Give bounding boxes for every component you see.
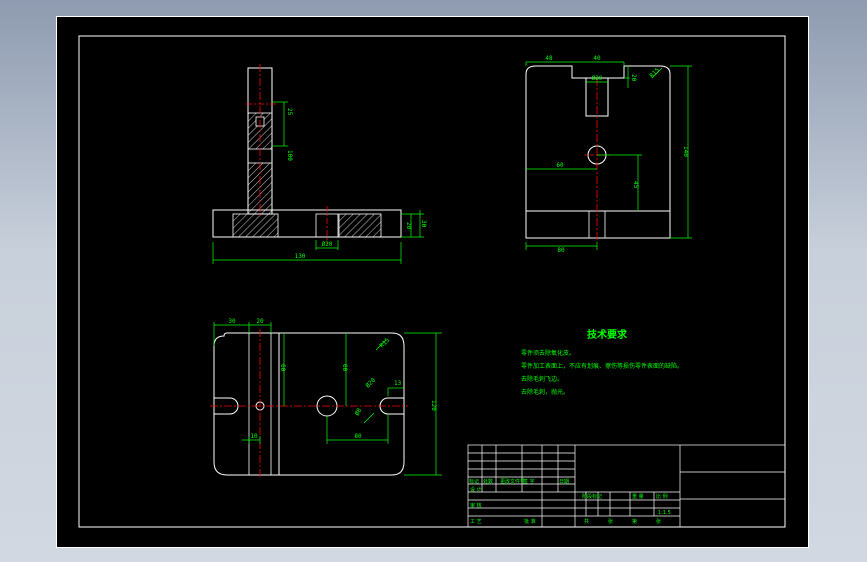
cad-drawing: 130 Ø20 25 100 20 30 48 40 Ø20 20 R15 60… [56,16,809,548]
top-dim-left-a: 30 [228,318,236,325]
side-dim-base-width: 80 [557,247,565,254]
side-dim-corner: R15 [648,67,661,80]
side-dim-top-left: 48 [545,55,553,62]
tb-zhongliang: 重 量 [632,493,644,500]
top-dim-left-b: 20 [256,318,264,325]
side-dim-top-mid: 40 [593,55,601,62]
tb-bili: 比 例 [656,493,668,500]
title-block-text: 标记 处数 更改文件号 签 字 日期 设 计 审 核 工 艺 批 准 阶段标记 … [469,478,671,525]
side-dim-hole-left: 60 [556,162,564,169]
tb-jieduan: 阶段标记 [582,493,602,500]
notes-line-4: 去除毛刺，抛光。 [521,388,569,396]
drawing-border-inner [78,35,786,528]
tb-zhang2: 张 [656,518,661,525]
side-dim-slot: Ø20 [592,75,603,82]
front-view: 130 Ø20 25 100 20 30 [212,64,427,264]
title-block [467,444,786,528]
drawing-border-outer [56,16,809,548]
technical-notes: 技术要求 零件须去除氧化皮。 零件加工表面上，不应有划痕、擦伤等损伤零件表面的缺… [521,328,683,396]
top-outline [213,332,405,476]
front-dim-bore: Ø20 [322,241,333,248]
tb-di: 第 [632,518,637,525]
front-dim-step-b: 30 [420,220,427,228]
tb-qianming: 签 字 [523,478,535,485]
top-dim-mid-height: 60 [279,364,286,372]
side-dim-hole-height: 45 [632,181,639,189]
top-dim-slot-w: 13 [394,380,402,387]
notes-line-3: 去除毛刺飞边。 [521,375,563,383]
tb-chushu: 处数 [483,478,493,485]
top-dim-small-hole: Ø8 [354,407,364,417]
front-base-hatch-left [232,213,279,238]
tb-scale: 1:1.5 [658,510,671,516]
tb-gong: 共 [584,518,589,525]
top-dim-bottom-mid: 80 [354,433,362,440]
front-dim-height-mid: 100 [286,150,293,161]
tb-biaoji: 标记 [469,478,479,485]
tb-gongyi: 工 艺 [470,519,482,525]
front-dim-bottom-total: 130 [295,253,306,260]
top-dim-mid-height2: 60 [341,364,348,372]
front-dim-height-top: 25 [286,108,293,116]
notes-line-1: 零件须去除氧化皮。 [521,349,575,357]
tb-pizhun: 批 准 [524,518,536,525]
tb-riqi: 日期 [559,479,569,485]
side-outline [525,65,671,239]
side-dim-slot-r: 20 [630,74,637,82]
notes-line-2: 零件加工表面上，不应有划痕、擦伤等损伤零件表面的缺陷。 [521,362,683,370]
cad-canvas[interactable]: 130 Ø20 25 100 20 30 48 40 Ø20 20 R15 60… [56,16,809,548]
top-dim-corner: R15 [378,337,391,350]
side-view: 48 40 Ø20 20 R15 60 45 140 80 [525,55,692,254]
top-dim-hole: Ø20 [364,377,377,390]
side-dim-overall-height: 140 [682,146,689,157]
top-dim-overall-height: 120 [430,400,437,411]
top-dim-bottom-left: 10 [250,433,258,440]
notes-title: 技术要求 [587,328,628,341]
top-view: 30 20 60 60 R15 Ø20 13 Ø8 10 80 120 [210,318,442,479]
tb-shenhe: 审 核 [470,502,482,509]
front-base-hatch-right [338,213,382,238]
front-dim-step-a: 20 [405,222,412,230]
tb-zhang: 张 [608,518,613,525]
tb-sheji: 设 计 [470,486,482,493]
tb-fenqu: 更改文件号 [500,478,525,485]
